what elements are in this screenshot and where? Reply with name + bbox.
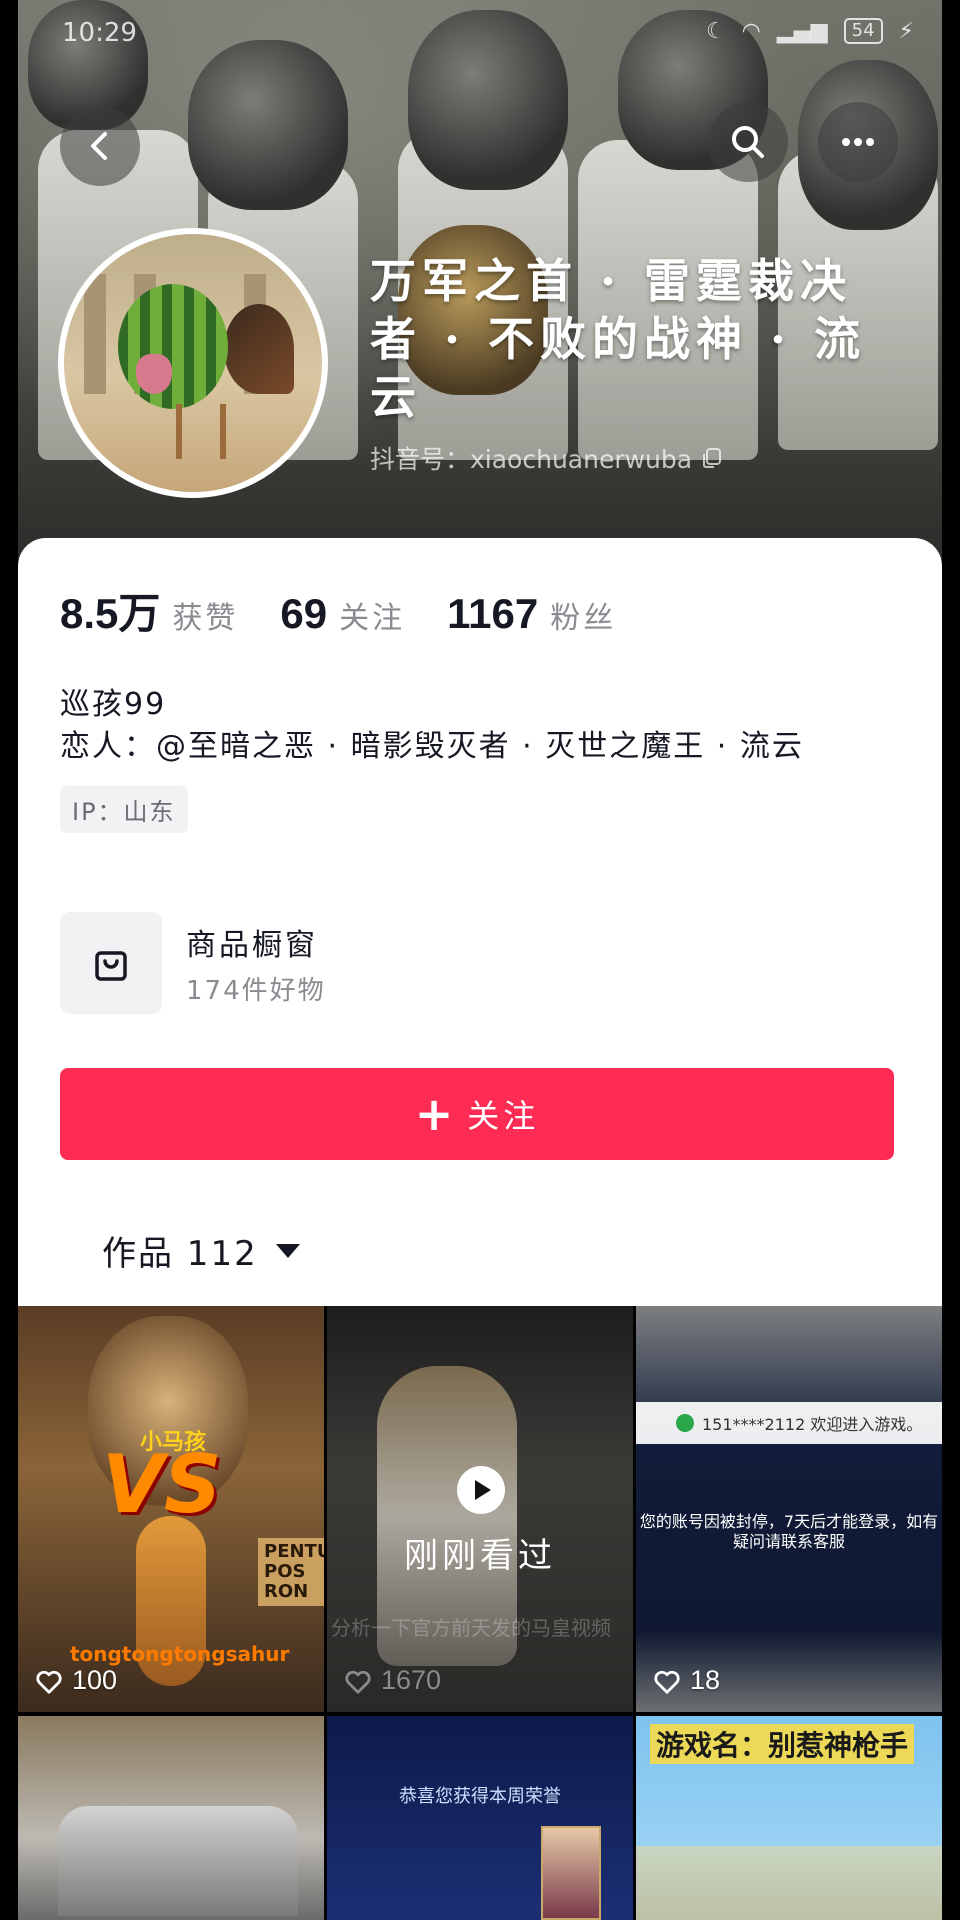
shopping-bag-icon — [95, 951, 127, 981]
shop-item-count: 174件好物 — [186, 976, 326, 1006]
bio-line-1: 巡孩99 — [60, 687, 167, 722]
search-button[interactable] — [708, 102, 788, 182]
copy-icon[interactable] — [700, 446, 724, 470]
recently-watched-label: 刚刚看过 — [404, 1536, 556, 1576]
moon-icon: ☾ — [705, 18, 726, 44]
ban-notice: 您的账号因被封停，7天后才能登录，如有疑问请联系客服 — [639, 1512, 939, 1551]
caret-down-icon — [275, 1243, 300, 1258]
hero-card-thumbnail — [541, 1826, 601, 1920]
video-likes-count: 1670 — [381, 1665, 442, 1695]
video-tile[interactable]: 小马孩 VS PENTUNG POS RON tongtongtongsahur… — [18, 1306, 324, 1712]
following-label: 关注 — [339, 601, 406, 636]
heart-icon — [36, 1670, 62, 1694]
shop-icon-box — [60, 912, 162, 1014]
video-tile[interactable]: 恭喜您获得本周荣誉 — [327, 1716, 633, 1920]
toast-text: 151****2112 欢迎进入游戏。 — [702, 1415, 923, 1434]
charging-icon: ⚡ — [898, 18, 914, 44]
video-likes: 100 — [34, 1665, 117, 1696]
heart-icon — [345, 1670, 371, 1694]
back-button[interactable] — [60, 106, 140, 186]
video-tile[interactable] — [18, 1716, 324, 1920]
game-toast: 151****2112 欢迎进入游戏。 — [636, 1402, 942, 1444]
sign-text: PENTUNG POS RON — [258, 1538, 324, 1606]
douyin-id[interactable]: 抖音号：xiaochuanerwuba — [370, 440, 724, 476]
play-icon — [457, 1466, 505, 1514]
congrats-text: 恭喜您获得本周荣誉 — [399, 1786, 561, 1807]
tab-works[interactable]: 作品 112 — [102, 1226, 300, 1275]
followers-stat[interactable]: 1167 粉丝 — [447, 590, 616, 638]
plus-icon: + — [414, 1087, 454, 1141]
heart-icon — [654, 1670, 680, 1694]
douyin-id-text: 抖音号：xiaochuanerwuba — [370, 445, 693, 474]
video-likes-count: 18 — [690, 1665, 721, 1695]
shop-window[interactable]: 商品橱窗 174件好物 — [60, 912, 660, 1016]
bio: 巡孩99 恋人：@至暗之恶 · 暗影毁灭者 · 灭世之魔王 · 流云 — [60, 684, 804, 768]
followers-count: 1167 — [447, 590, 539, 637]
video-likes: 1670 — [343, 1665, 441, 1696]
ip-location-tag: IP：山东 — [60, 786, 188, 833]
following-count: 69 — [280, 590, 328, 637]
bio-line-2: 恋人：@至暗之恶 · 暗影毁灭者 · 灭世之魔王 · 流云 — [60, 729, 804, 764]
video-overlay-name: tongtongtongsahur — [70, 1642, 290, 1666]
likes-label: 获赞 — [172, 601, 239, 636]
video-tile[interactable]: 151****2112 欢迎进入游戏。 您的账号因被封停，7天后才能登录，如有疑… — [636, 1306, 942, 1712]
works-tab-label: 作品 112 — [102, 1234, 258, 1274]
more-dots-icon — [842, 138, 874, 146]
toast-icon — [676, 1414, 694, 1432]
stats-row: 8.5万 获赞 69 关注 1167 粉丝 — [60, 580, 658, 641]
profile-card: 8.5万 获赞 69 关注 1167 粉丝 巡孩99 恋人：@至暗之恶 · 暗影… — [18, 538, 942, 1306]
likes-stat[interactable]: 8.5万 获赞 — [60, 580, 238, 641]
video-tile[interactable]: 游戏名：别惹神枪手 — [636, 1716, 942, 1920]
follow-label: 关注 — [467, 1097, 540, 1135]
followers-label: 粉丝 — [550, 601, 617, 636]
avatar[interactable] — [58, 228, 328, 498]
video-grid: 小马孩 VS PENTUNG POS RON tongtongtongsahur… — [18, 1306, 942, 1920]
video-likes-count: 100 — [72, 1665, 118, 1695]
more-button[interactable] — [818, 102, 898, 182]
signal-icon: ▂▄▆ — [776, 18, 828, 44]
shop-title: 商品橱窗 — [186, 928, 318, 963]
video-subtitle: 分析一下官方前天发的马皇视频 — [331, 1616, 611, 1640]
chevron-left-icon — [91, 132, 107, 160]
search-icon — [732, 126, 764, 158]
likes-count: 8.5万 — [60, 590, 161, 637]
wifi-icon: ◠ — [741, 18, 761, 44]
following-stat[interactable]: 69 关注 — [280, 590, 405, 638]
watermelon-rooster-image — [118, 284, 228, 409]
follow-button[interactable]: + 关注 — [60, 1068, 894, 1160]
status-bar: 10:29 ☾ ◠ ▂▄▆ 54 ⚡ — [18, 0, 942, 70]
battery-icon: 54 — [843, 18, 883, 44]
truck-thumbnail — [58, 1806, 298, 1916]
video-likes: 18 — [652, 1665, 720, 1696]
nickname: 万军之首 · 雷霆裁决者 · 不败的战神 · 流云 — [370, 254, 867, 424]
video-tile[interactable]: 刚刚看过 分析一下官方前天发的马皇视频 1670 — [327, 1306, 633, 1712]
status-icons: ☾ ◠ ▂▄▆ 54 ⚡ — [706, 18, 914, 44]
game-name-text: 游戏名：别惹神枪手 — [650, 1724, 915, 1764]
status-time: 10:29 — [62, 18, 137, 48]
